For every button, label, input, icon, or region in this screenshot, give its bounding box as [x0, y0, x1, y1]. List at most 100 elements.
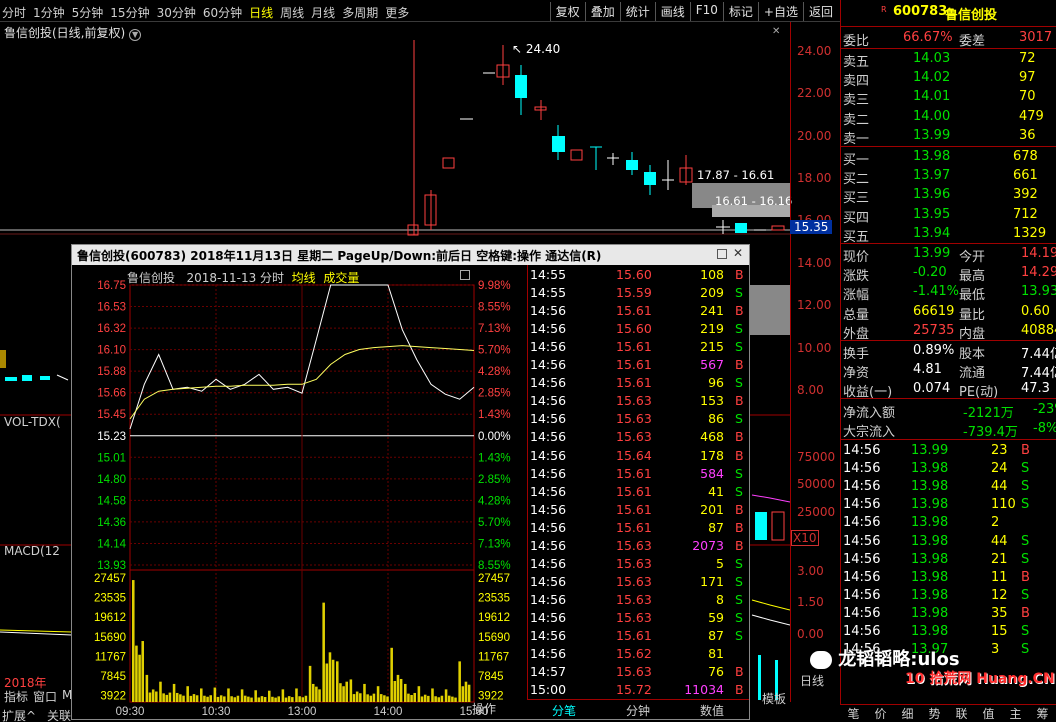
period-tab-3[interactable]: 15分钟	[110, 4, 149, 21]
tool-button-2[interactable]: 统计	[619, 2, 655, 21]
maximize-icon[interactable]	[717, 249, 727, 259]
quote-tab-5[interactable]: 值	[975, 705, 1002, 722]
y-tick: 14.00	[797, 256, 832, 270]
operate-button[interactable]: 操作	[472, 700, 496, 717]
sell-label: 卖一	[843, 131, 870, 147]
tick-volume: 110	[991, 497, 1016, 513]
sell-price: 13.99	[913, 127, 951, 143]
volume-bar	[179, 694, 182, 702]
volume-bar	[413, 692, 416, 702]
quote-tab-0[interactable]: 笔	[840, 705, 867, 722]
quote-tab-2[interactable]: 细	[894, 705, 921, 722]
tool-button-0[interactable]: 复权	[549, 2, 585, 21]
period-tab-8[interactable]: 月线	[311, 4, 335, 21]
volume-bar	[240, 689, 244, 702]
stat-label: 总量	[843, 307, 870, 323]
tick-side: S	[1021, 497, 1030, 513]
volume-bar	[461, 686, 465, 702]
popup-tick-row: 14:56 15.61 201 B	[528, 501, 750, 519]
candle	[626, 160, 638, 170]
tool-button-6[interactable]: +自选	[757, 2, 803, 21]
tick-time: 14:56	[843, 624, 881, 639]
price-tick: 16.10	[97, 345, 126, 357]
quote-tab-4[interactable]: 联	[948, 705, 975, 722]
volume-bar	[311, 683, 315, 702]
tab-window[interactable]: 窗口	[33, 688, 57, 705]
tick-price: 15.63	[616, 573, 652, 589]
tick-time: 14:56	[530, 393, 567, 409]
popup-tab-1[interactable]: 分钟	[601, 700, 675, 719]
quote-tab-6[interactable]: 主	[1002, 705, 1029, 722]
tick-price: 15.61	[616, 483, 652, 499]
period-tab-1[interactable]: 1分钟	[33, 4, 65, 21]
vol-bar	[755, 512, 767, 540]
macd-line	[0, 629, 73, 633]
macd-indicator-label[interactable]: MACD(12	[4, 544, 60, 558]
tick-volume: 41	[708, 483, 724, 499]
volume-bar	[417, 686, 421, 702]
quote-tabs: 笔价细势联值主筹	[840, 704, 1056, 722]
quote-tab-7[interactable]: 筹	[1029, 705, 1056, 722]
tab-expand[interactable]: 扩展^	[2, 707, 36, 722]
volume-bar	[372, 693, 376, 702]
tab-indicator[interactable]: 指标	[4, 688, 28, 705]
popup-tab-2[interactable]: 数值	[675, 700, 749, 719]
flow-row: 大宗流入 -739.4万 -8%	[841, 420, 1056, 440]
popup-title[interactable]: 鲁信创投(600783) 2018年11月13日 星期二 PageUp/Down…	[72, 245, 749, 265]
sell-row: 卖三 14.01 70	[841, 88, 1056, 108]
tick-volume: 468	[700, 429, 724, 445]
vol-indicator-label[interactable]: VOL-TDX(	[4, 415, 61, 429]
tick-price: 15.63	[616, 393, 652, 409]
quote-header: R 600783 鲁信创投	[841, 3, 1056, 23]
tick-list[interactable]: 14:55 15.60 108 B 14:55 15.59 209 S 14:56 15.61 24…	[527, 265, 749, 699]
close-icon[interactable]: ✕	[733, 246, 743, 260]
stat-value: -0.20	[913, 265, 947, 281]
period-tab-2[interactable]: 5分钟	[72, 4, 104, 21]
tick-price: 15.61	[616, 628, 652, 643]
volume-bar	[247, 696, 250, 702]
period-tab-7[interactable]: 周线	[280, 4, 304, 21]
period-tab-9[interactable]: 多周期	[342, 4, 378, 21]
tick-volume: 59	[708, 609, 724, 625]
tool-button-4[interactable]: F10	[689, 2, 723, 21]
volume-bar	[271, 696, 274, 702]
tick-side: B	[735, 501, 744, 517]
vol-tick: 75000	[797, 450, 836, 464]
price-tick: 13.93	[97, 560, 126, 572]
volume-bar	[206, 696, 209, 702]
popup-tick-row: 15:00 15.72 11034 B	[528, 681, 750, 699]
intraday-chart[interactable]: 16.75 16.53 16.32 16.10 15.88 15.66 15.45 15.23…	[72, 265, 527, 721]
period-tab-6[interactable]: 日线	[249, 4, 273, 21]
quote-tab-3[interactable]: 势	[921, 705, 948, 722]
vol-tick: 50000	[797, 477, 836, 491]
tick-time: 14:56	[530, 429, 567, 445]
tick-time: 14:56	[530, 465, 567, 481]
vol-tick: 23535	[478, 593, 510, 605]
volume-bar	[243, 695, 247, 702]
sell-price: 14.01	[913, 89, 951, 105]
sell-row: 卖一 13.99 36	[841, 127, 1056, 147]
tab-daily[interactable]: 日线	[800, 672, 824, 689]
quote-tab-1[interactable]: 价	[867, 705, 894, 722]
buy-price: 13.95	[913, 206, 951, 222]
tick-side: S	[1021, 533, 1030, 549]
tick-time: 14:56	[530, 447, 567, 463]
tick-price: 13.98	[911, 479, 949, 495]
tool-button-7[interactable]: 返回	[802, 2, 838, 21]
period-tab-10[interactable]: 更多	[385, 4, 409, 21]
popup-tab-0[interactable]: 分笔	[527, 700, 601, 719]
period-tab-0[interactable]: 分时	[2, 4, 26, 21]
period-tab-5[interactable]: 60分钟	[203, 4, 242, 21]
tool-button-5[interactable]: 标记	[722, 2, 758, 21]
tick-time: 14:56	[843, 569, 881, 585]
popup-tick-row: 14:56 15.63 8 S	[528, 591, 750, 609]
tab-template[interactable]: 模板	[762, 690, 786, 707]
stat-value: 0.89%	[913, 343, 955, 358]
tool-button-3[interactable]: 画线	[654, 2, 690, 21]
tool-button-1[interactable]: 叠加	[584, 2, 620, 21]
tick-volume: 171	[700, 573, 724, 589]
close-icon[interactable]: ✕	[772, 26, 780, 37]
buy-label: 买四	[843, 210, 870, 226]
tab-related[interactable]: 关联	[47, 707, 71, 722]
period-tab-4[interactable]: 30分钟	[157, 4, 196, 21]
